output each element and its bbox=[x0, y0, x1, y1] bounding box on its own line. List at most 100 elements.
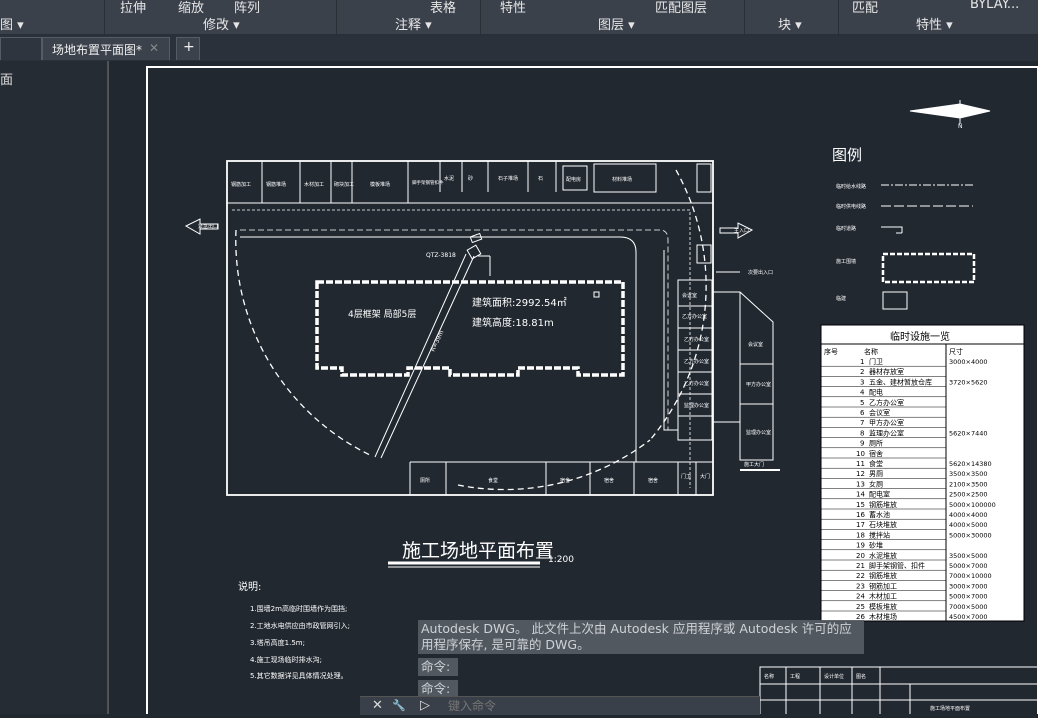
ribbon-properties[interactable]: 特性 bbox=[500, 0, 526, 16]
svg-text:宿舍: 宿舍 bbox=[604, 477, 614, 484]
facility-index: 17 bbox=[856, 521, 865, 529]
ribbon-group-draw[interactable]: 图 ▾ bbox=[0, 14, 24, 33]
facility-index: 5 bbox=[860, 399, 864, 407]
svg-text:主入口: 主入口 bbox=[734, 227, 749, 234]
ribbon-scale[interactable]: 缩放 bbox=[178, 0, 204, 16]
svg-text:1.围墙2m高临时围墙作为围挡;: 1.围墙2m高临时围墙作为围挡; bbox=[250, 604, 347, 613]
facility-name: 木材堆场 bbox=[869, 612, 897, 621]
prompt-icon[interactable]: ▷ bbox=[420, 698, 430, 713]
facility-size: 2500×2500 bbox=[949, 491, 988, 499]
facility-name: 厕所 bbox=[869, 439, 883, 448]
facility-name: 搅拌站 bbox=[869, 530, 890, 539]
ribbon-group-annotate[interactable]: 注释 ▾ bbox=[395, 14, 432, 33]
facility-index: 7 bbox=[860, 419, 864, 427]
main-building bbox=[315, 280, 625, 377]
crane-label: QTZ-3818 bbox=[426, 252, 456, 259]
room-label: 钢筋加工 bbox=[231, 181, 251, 188]
ribbon-bylayer[interactable]: BYLAY... bbox=[970, 0, 1019, 12]
site-boundary bbox=[226, 160, 714, 496]
facility-index: 21 bbox=[856, 562, 865, 570]
palette-label: 面 bbox=[0, 73, 14, 88]
facility-size: 3720×5620 bbox=[949, 378, 988, 386]
room-label: 钢筋堆场 bbox=[266, 181, 286, 188]
facility-index: 24 bbox=[856, 593, 865, 601]
drawing-canvas[interactable]: N 钢筋加工 钢筋堆场 木材加工 砌块加工 模板堆场 脚手架钢管扣件 水泥 砂 … bbox=[109, 61, 1038, 718]
svg-text:临时道路: 临时道路 bbox=[836, 225, 856, 232]
close-icon[interactable]: ✕ bbox=[372, 698, 383, 713]
facility-size: 4000×4000 bbox=[949, 511, 988, 519]
facility-name: 钢筋堆放 bbox=[869, 571, 897, 580]
svg-text:R=39m: R=39m bbox=[429, 329, 445, 353]
facility-name: 石块堆放 bbox=[869, 520, 897, 529]
facility-name: 门卫 bbox=[869, 357, 883, 366]
tab-site-layout[interactable]: 场地布置平面图* ✕ bbox=[42, 37, 170, 60]
facility-index: 16 bbox=[856, 511, 865, 519]
svg-text:次要出入口: 次要出入口 bbox=[748, 269, 773, 276]
facility-name: 五金、建材暂放仓库 bbox=[869, 377, 932, 386]
svg-text:临建: 临建 bbox=[836, 295, 846, 302]
command-message: Autodesk DWG。 此文件上次由 Autodesk 应用程序或 Auto… bbox=[418, 620, 864, 654]
svg-text:会议室: 会议室 bbox=[748, 341, 763, 348]
facility-size: 3500×3500 bbox=[949, 470, 988, 478]
svg-text:大门: 大门 bbox=[700, 473, 710, 480]
svg-text:会议室: 会议室 bbox=[682, 292, 697, 299]
ribbon-stretch[interactable]: 拉伸 bbox=[120, 0, 146, 16]
command-history: Autodesk DWG。 此文件上次由 Autodesk 应用程序或 Auto… bbox=[418, 620, 864, 702]
svg-text:甲方办公室: 甲方办公室 bbox=[746, 381, 771, 388]
left-palette: 面 bbox=[0, 61, 108, 714]
facility-index: 3 bbox=[860, 378, 864, 386]
svg-text:施工大门: 施工大门 bbox=[744, 461, 764, 468]
facility-size: 5000×7000 bbox=[949, 593, 988, 601]
north-label: N bbox=[958, 123, 963, 130]
wrench-icon[interactable]: 🔧 bbox=[392, 699, 406, 712]
ribbon-group-modify[interactable]: 修改 ▾ bbox=[203, 14, 240, 33]
facility-name: 砂堆 bbox=[869, 541, 883, 550]
close-icon[interactable]: ✕ bbox=[149, 41, 159, 55]
ribbon-match[interactable]: 匹配 bbox=[852, 0, 878, 16]
svg-text:门卫: 门卫 bbox=[681, 473, 691, 480]
svg-text:施工围墙: 施工围墙 bbox=[836, 258, 856, 265]
tab-label: 场地布置平面图* bbox=[52, 43, 143, 57]
facility-index: 20 bbox=[856, 552, 865, 560]
legend-title: 图例 bbox=[832, 146, 862, 164]
room-label: 砌块加工 bbox=[334, 181, 354, 188]
svg-text:食堂: 食堂 bbox=[488, 477, 498, 484]
top-rooms bbox=[261, 161, 712, 203]
svg-text:临时给水线路: 临时给水线路 bbox=[836, 183, 866, 190]
ribbon-group-properties[interactable]: 特性 ▾ bbox=[916, 14, 953, 33]
facility-name: 钢筋加工 bbox=[869, 581, 897, 590]
facility-index: 12 bbox=[856, 470, 865, 478]
facility-index: 4 bbox=[860, 389, 865, 397]
svg-text:乙方办公室: 乙方办公室 bbox=[684, 336, 709, 343]
building-area: 建筑面积:2992.54㎡ bbox=[472, 296, 567, 309]
svg-text:临时供电线路: 临时供电线路 bbox=[836, 203, 866, 210]
facility-size: 3000×4000 bbox=[949, 358, 988, 366]
svg-text:名称: 名称 bbox=[864, 347, 878, 356]
svg-text:尺寸: 尺寸 bbox=[949, 347, 963, 356]
building-label: 4层框架 局部5层 bbox=[348, 308, 416, 320]
svg-text:监理办公室: 监理办公室 bbox=[684, 402, 709, 409]
ribbon-table[interactable]: 表格 bbox=[430, 0, 456, 16]
facility-table bbox=[820, 324, 1025, 622]
svg-text:施工场地平面布置: 施工场地平面布置 bbox=[930, 705, 970, 712]
svg-text:紧急出口: 紧急出口 bbox=[198, 223, 218, 230]
facility-size: 5620×7440 bbox=[949, 429, 988, 437]
facility-name: 木材加工 bbox=[869, 592, 897, 601]
file-tab-bar: 场地布置平面图* ✕ + bbox=[0, 35, 1038, 61]
room-label: 配电房 bbox=[566, 176, 581, 183]
facility-size: 4000×5000 bbox=[949, 521, 988, 529]
ribbon-group-layers[interactable]: 图层 ▾ bbox=[598, 14, 635, 33]
facility-name: 食堂 bbox=[869, 459, 883, 468]
facility-size: 4500×7000 bbox=[949, 613, 988, 621]
room-label: 木材加工 bbox=[304, 181, 324, 188]
facility-name: 配电 bbox=[869, 388, 883, 397]
tab-blank[interactable] bbox=[0, 37, 42, 60]
ribbon-group-block[interactable]: 块 ▾ bbox=[778, 14, 802, 33]
command-input[interactable] bbox=[448, 698, 748, 713]
ribbon-match-layer[interactable]: 匹配图层 bbox=[655, 0, 707, 16]
facility-index: 11 bbox=[856, 460, 865, 468]
facility-index: 10 bbox=[856, 450, 865, 458]
room-label: 石子堆场 bbox=[498, 175, 518, 182]
facility-name: 器材存放室 bbox=[869, 367, 904, 376]
new-tab-button[interactable]: + bbox=[176, 37, 200, 60]
